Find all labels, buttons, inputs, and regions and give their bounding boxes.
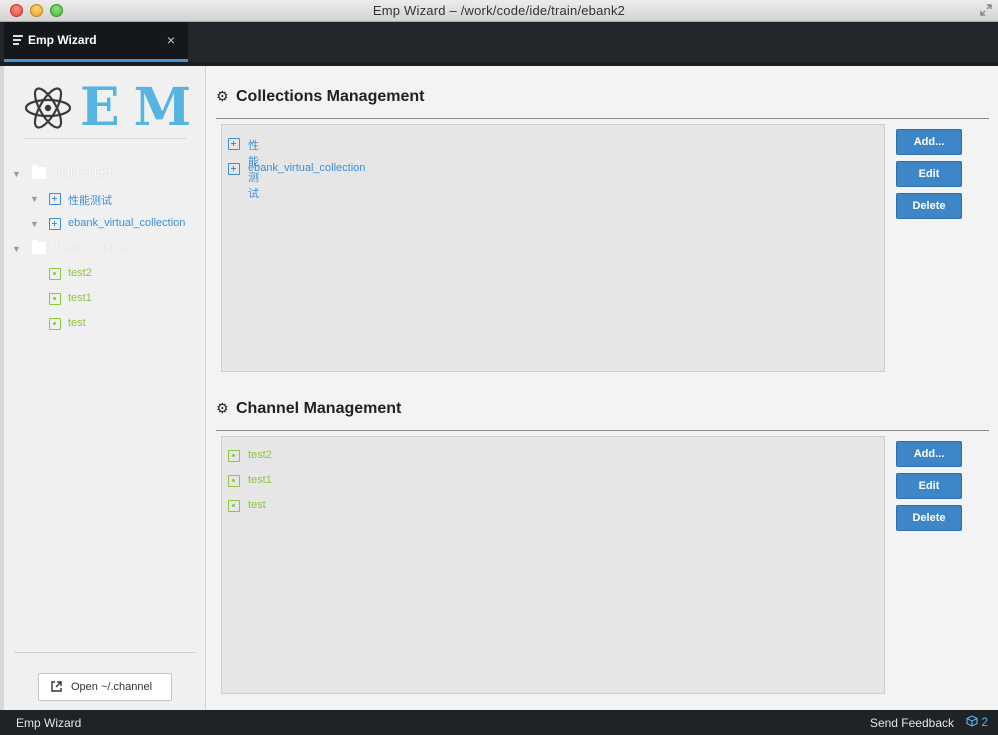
emp-logo: EMP [22,82,244,134]
main-panel: ⚙ Collections Management 性能测试 ebank_virtu… [206,66,998,710]
package-icon [966,715,978,727]
collections-list-panel[interactable]: 性能测试 ebank_virtual_collection [221,124,885,372]
external-link-icon [51,681,62,692]
status-bar-title: Emp Wizard [16,716,82,730]
tree-node-collection[interactable]: ▼ ebank_virtual_collection [4,212,206,237]
status-bar: Emp Wizard Send Feedback 2 [0,710,998,735]
window-titlebar: Emp Wizard – /work/code/ide/train/ebank2 [0,0,998,22]
delete-channel-button[interactable]: Delete [896,505,962,531]
tree-node-label: test [68,317,86,329]
open-channel-button[interactable]: Open ~/.channel [38,673,172,701]
tree-node-label: test2 [68,267,92,279]
list-item-label: test1 [248,474,272,486]
channel-title-text: Channel Management [236,400,402,417]
list-item-label: test2 [248,449,272,461]
gear-icon: ⚙ [216,400,229,416]
collection-icon [228,138,240,150]
channel-tree: ▼ Channel List ▼ 性能测试 ▼ ebank_virtual_co… [4,162,206,337]
tree-node-channel-list[interactable]: ▼ Channel List [4,162,206,187]
logo-divider [24,138,186,139]
tree-node-channel[interactable]: test [4,312,206,337]
section-divider [216,118,989,119]
window-title: Emp Wizard – /work/code/ide/train/ebank2 [372,3,626,18]
delete-collection-button[interactable]: Delete [896,193,962,219]
tree-node-collection[interactable]: ▼ 性能测试 [4,187,206,212]
channel-list-panel[interactable]: test2 test1 test [221,436,885,694]
tree-node-label: ebank_virtual_collection [68,217,186,229]
channel-icon [228,475,240,487]
sidebar-divider [14,652,196,653]
edit-channel-button[interactable]: Edit [896,473,962,499]
channel-icon [228,450,240,462]
list-item-label: ebank_virtual_collection [248,162,366,174]
package-count: 2 [981,715,988,729]
folder-icon [32,240,46,254]
channel-icon [49,318,61,330]
channel-section-title: ⚙ Channel Management [216,400,401,418]
section-divider [216,430,989,431]
send-feedback-link[interactable]: Send Feedback [870,716,954,730]
edit-collection-button[interactable]: Edit [896,161,962,187]
collections-title-text: Collections Management [236,88,425,105]
document-icon [13,35,23,45]
add-channel-button[interactable]: Add... [896,441,962,467]
tab-label: Emp Wizard [28,33,97,47]
open-channel-label: Open ~/.channel [71,681,153,693]
channel-icon [228,500,240,512]
tree-node-label: 性能测试 [68,195,112,207]
fullscreen-icon[interactable] [980,4,992,16]
package-updates-indicator[interactable]: 2 [966,715,988,729]
sidebar: EMP ▼ Channel List ▼ 性能测试 ▼ ebank_virtua… [4,66,244,710]
gear-icon: ⚙ [216,88,229,104]
tree-node-channel[interactable]: test2 [4,262,206,287]
collection-icon [228,163,240,175]
collection-icon [49,193,61,205]
channel-icon [49,293,61,305]
tab-bar: Emp Wizard × [0,22,998,64]
tree-node-unused-channel[interactable]: ▼ Unused Channel [4,237,206,262]
list-item-label: test [248,499,266,511]
tab-emp-wizard[interactable]: Emp Wizard × [4,22,188,62]
chevron-down-icon[interactable]: ▼ [30,219,40,229]
collection-icon [49,218,61,230]
tree-node-channel[interactable]: test1 [4,287,206,312]
tab-close-icon[interactable]: × [167,32,175,48]
atom-icon [24,87,72,129]
channel-icon [49,268,61,280]
tree-node-label: test1 [68,292,92,304]
chevron-down-icon[interactable]: ▼ [30,194,40,204]
add-collection-button[interactable]: Add... [896,129,962,155]
tree-node-label: Channel List [50,167,112,179]
chevron-down-icon[interactable]: ▼ [12,169,22,179]
chevron-down-icon[interactable]: ▼ [12,244,22,254]
collections-section-title: ⚙ Collections Management [216,88,424,106]
folder-icon [32,165,46,179]
tree-node-label: Unused Channel [50,242,132,254]
